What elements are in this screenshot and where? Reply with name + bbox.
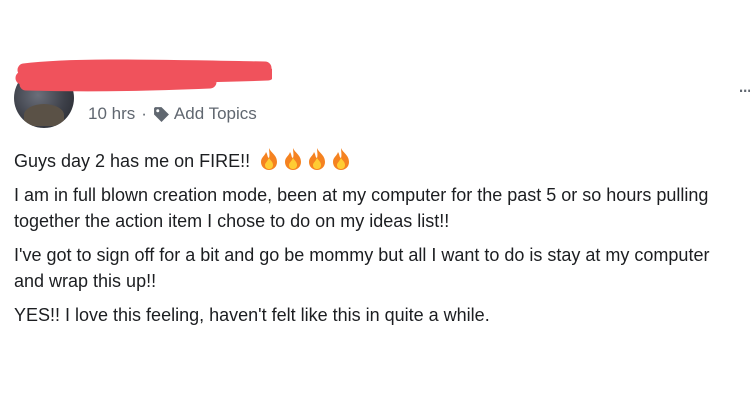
post-paragraph-3: I've got to sign off for a bit and go be… — [14, 245, 710, 291]
facebook-post: Woods 10 hrs · Add Topics ... Guys day 2… — [0, 0, 750, 418]
more-options-icon[interactable]: ... — [738, 74, 750, 96]
tag-icon — [153, 106, 169, 122]
name-redaction-scribble — [15, 59, 272, 92]
fire-emoji-icon — [261, 148, 278, 170]
post-paragraph-4: YES!! I love this feeling, haven't felt … — [14, 305, 490, 325]
post-meta: 10 hrs · Add Topics — [88, 104, 257, 124]
fire-emoji-group — [256, 148, 352, 171]
add-topics-link[interactable]: Add Topics — [174, 104, 257, 124]
meta-separator: · — [141, 104, 147, 123]
post-content: Guys day 2 has me on FIRE!! I am in full… — [14, 147, 742, 336]
fire-emoji-icon — [285, 148, 302, 170]
timestamp-link[interactable]: 10 hrs — [88, 104, 135, 124]
fire-emoji-icon — [333, 148, 350, 170]
post-paragraph-1: Guys day 2 has me on FIRE!! — [14, 147, 742, 174]
post-paragraph-2: I am in full blown creation mode, been a… — [14, 185, 709, 231]
fire-emoji-icon — [309, 148, 326, 170]
paragraph-text: Guys day 2 has me on FIRE!! — [14, 151, 251, 171]
